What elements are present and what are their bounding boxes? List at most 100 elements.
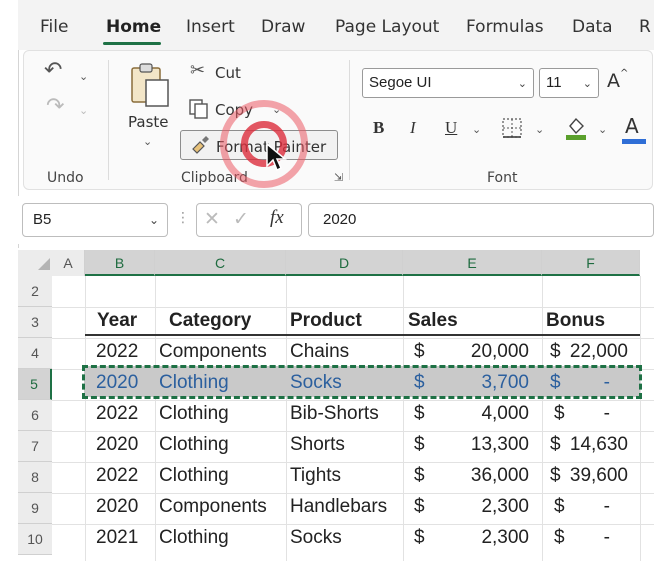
redo-dropdown-icon[interactable]: ⌄ [79, 104, 88, 117]
cell-year[interactable]: 2020 [96, 491, 138, 522]
cut-icon[interactable]: ✂ [190, 62, 205, 80]
cell-category[interactable]: Components [159, 491, 267, 522]
cell-sales[interactable]: 36,000 [443, 460, 529, 491]
cell-category[interactable]: Components [159, 336, 267, 367]
cell-sales-currency[interactable]: $ [414, 336, 425, 367]
tab-review[interactable]: R [639, 17, 651, 37]
cell-year[interactable]: 2022 [96, 336, 138, 367]
tab-formulas[interactable]: Formulas [466, 17, 544, 37]
cell-sales-currency[interactable]: $ [414, 398, 425, 429]
cell-bonus[interactable]: 39,600 [566, 460, 628, 491]
tab-draw[interactable]: Draw [261, 17, 305, 37]
font-size-select[interactable]: 11 ⌄ [539, 68, 599, 98]
cell-sales[interactable]: 2,300 [443, 491, 529, 522]
borders-icon[interactable] [501, 117, 523, 139]
underline-dropdown-icon[interactable]: ⌄ [472, 123, 481, 136]
font-color-button[interactable]: A [625, 114, 639, 138]
cell-category[interactable]: Clothing [159, 460, 229, 491]
formula-input[interactable]: 2020 [308, 203, 654, 237]
row-header-9[interactable]: 9 [18, 493, 52, 524]
cell-sales[interactable]: 20,000 [443, 336, 529, 367]
tab-file[interactable]: File [40, 17, 68, 37]
paste-label[interactable]: Paste [128, 113, 169, 131]
column-header-f[interactable]: F [542, 250, 640, 276]
cell-bonus-currency[interactable]: $ [550, 460, 561, 491]
header-product[interactable]: Product [290, 305, 362, 336]
cell-sales[interactable]: 2,300 [443, 522, 529, 553]
cell-sales-currency[interactable]: $ [414, 429, 425, 460]
row-header-10[interactable]: 10 [18, 524, 52, 555]
cell-bonus[interactable]: - [566, 491, 610, 522]
fill-color-icon[interactable] [564, 114, 588, 142]
redo-icon[interactable]: ↷ [46, 96, 64, 118]
cell-sales[interactable]: 13,300 [443, 429, 529, 460]
cell-bonus[interactable]: 22,000 [566, 336, 628, 367]
row-header-3[interactable]: 3 [18, 307, 52, 338]
header-sales[interactable]: Sales [408, 305, 458, 336]
cell-year[interactable]: 2021 [96, 522, 138, 553]
cell-product[interactable]: Chains [290, 336, 349, 367]
cell-sales-currency[interactable]: $ [414, 491, 425, 522]
chevron-down-icon: ⌄ [582, 78, 592, 90]
cut-label[interactable]: Cut [215, 64, 241, 82]
copy-icon[interactable] [188, 98, 210, 120]
column-header-e[interactable]: E [403, 250, 542, 276]
row-header-5[interactable]: 5 [18, 369, 52, 400]
tab-home[interactable]: Home [106, 17, 161, 37]
font-name-select[interactable]: Segoe UI ⌄ [362, 68, 534, 98]
row-header-7[interactable]: 7 [18, 431, 52, 462]
cell-bonus[interactable]: - [566, 522, 610, 553]
undo-icon[interactable]: ↶ [44, 60, 62, 82]
row-header-6[interactable]: 6 [18, 400, 52, 431]
borders-dropdown-icon[interactable]: ⌄ [535, 123, 544, 136]
enter-icon[interactable]: ✓ [233, 208, 249, 230]
grow-font-button[interactable]: A [607, 70, 620, 92]
clipboard-dialog-launcher-icon[interactable]: ⇲ [334, 172, 343, 183]
row-header-8[interactable]: 8 [18, 462, 52, 493]
cell-bonus-currency[interactable]: $ [554, 522, 565, 553]
insert-function-button[interactable]: fx [270, 207, 284, 229]
cell-product[interactable]: Socks [290, 522, 342, 553]
fill-color-dropdown-icon[interactable]: ⌄ [598, 123, 607, 136]
cell-bonus-currency[interactable]: $ [554, 398, 565, 429]
cell-product[interactable]: Bib-Shorts [290, 398, 379, 429]
cell-sales-currency[interactable]: $ [414, 460, 425, 491]
cell-bonus[interactable]: - [566, 398, 610, 429]
tab-data[interactable]: Data [572, 17, 613, 37]
cell-category[interactable]: Clothing [159, 522, 229, 553]
undo-dropdown-icon[interactable]: ⌄ [79, 70, 88, 83]
cell-category[interactable]: Clothing [159, 398, 229, 429]
cell-bonus-currency[interactable]: $ [550, 429, 561, 460]
column-header-c[interactable]: C [155, 250, 286, 276]
cell-product[interactable]: Shorts [290, 429, 345, 460]
underline-button[interactable]: U [445, 118, 457, 138]
header-year[interactable]: Year [97, 305, 137, 336]
paste-dropdown-icon[interactable]: ⌄ [143, 135, 152, 148]
column-header-d[interactable]: D [286, 250, 403, 276]
cell-year[interactable]: 2020 [96, 429, 138, 460]
column-header-b[interactable]: B [85, 250, 155, 276]
header-bonus[interactable]: Bonus [546, 305, 605, 336]
cell-sales-currency[interactable]: $ [414, 522, 425, 553]
tab-page-layout[interactable]: Page Layout [335, 17, 439, 37]
cell-category[interactable]: Clothing [159, 429, 229, 460]
cell-sales[interactable]: 4,000 [443, 398, 529, 429]
cell-bonus-currency[interactable]: $ [554, 491, 565, 522]
cancel-icon[interactable]: ✕ [204, 208, 220, 230]
cell-year[interactable]: 2022 [96, 398, 138, 429]
italic-button[interactable]: I [410, 118, 416, 138]
cell-year[interactable]: 2022 [96, 460, 138, 491]
paste-icon[interactable] [128, 60, 172, 110]
cell-product[interactable]: Handlebars [290, 491, 387, 522]
bold-button[interactable]: B [373, 118, 384, 138]
row-header-2[interactable]: 2 [18, 276, 52, 307]
cell-product[interactable]: Tights [290, 460, 341, 491]
column-header-a[interactable]: A [52, 250, 85, 276]
name-box[interactable]: B5 ⌄ [22, 203, 168, 237]
more-options-icon[interactable]: ⋮ [176, 210, 190, 226]
header-category[interactable]: Category [169, 305, 251, 336]
cell-bonus-currency[interactable]: $ [550, 336, 561, 367]
tab-insert[interactable]: Insert [186, 17, 235, 37]
cell-bonus[interactable]: 14,630 [566, 429, 628, 460]
row-header-4[interactable]: 4 [18, 338, 52, 369]
